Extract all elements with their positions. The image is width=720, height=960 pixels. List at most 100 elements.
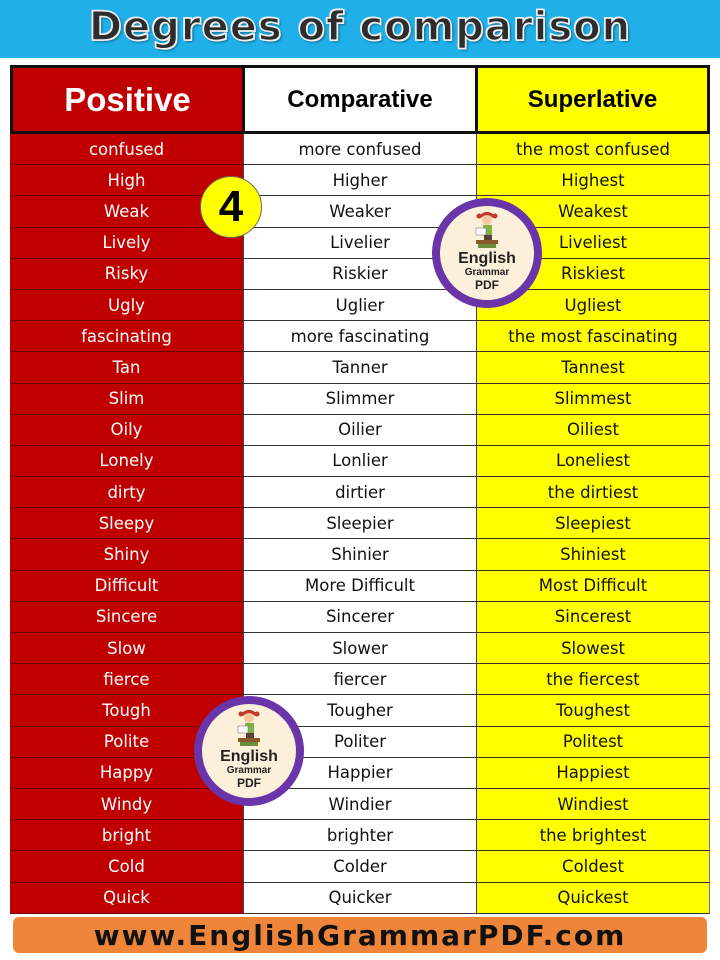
positive-cell: Risky <box>10 258 243 290</box>
superlative-cell: the brightest <box>476 820 710 852</box>
comparative-cell: Oilier <box>243 414 476 446</box>
comparative-cell: Shinier <box>243 539 476 571</box>
positive-cell: Lively <box>10 227 243 259</box>
table-row: Lively Livelier Liveliest <box>10 227 710 259</box>
positive-cell: Slow <box>10 633 243 665</box>
comparative-cell: dirtier <box>243 477 476 509</box>
table-row: Cold Colder Coldest <box>10 851 710 883</box>
positive-cell: Oily <box>10 414 243 446</box>
logo-text-english: English <box>220 748 278 765</box>
positive-cell: confused <box>10 134 243 166</box>
superlative-cell: Sincerest <box>476 601 710 633</box>
superlative-cell: the fiercest <box>476 664 710 696</box>
table-row: dirty dirtier the dirtiest <box>10 477 710 509</box>
table-row: Weak Weaker Weakest <box>10 196 710 228</box>
superlative-cell: Sleepiest <box>476 508 710 540</box>
logo-text-pdf: PDF <box>237 776 261 790</box>
table-row: Lonely Lonlier Loneliest <box>10 445 710 478</box>
positive-cell: Windy <box>10 788 243 821</box>
positive-cell: fierce <box>10 664 243 696</box>
superlative-cell: Most Difficult <box>476 570 710 602</box>
table-row: Quick Quicker Quickest <box>10 882 710 914</box>
comparison-table: Positive Comparative Superlative confuse… <box>10 65 710 914</box>
table-row: Ugly Uglier Ugliest <box>10 289 710 322</box>
superlative-cell: Quickest <box>476 882 710 914</box>
table-body: confused more confused the most confused Hi… <box>10 134 710 914</box>
header-comparative: Comparative <box>244 65 477 134</box>
comparative-cell: brighter <box>243 820 476 852</box>
table-row: Difficult More Difficult Most Difficult <box>10 570 710 602</box>
positive-cell: Cold <box>10 851 243 883</box>
website-link[interactable]: www.EnglishGrammarPDF.com <box>13 917 707 953</box>
positive-cell: Tan <box>10 352 243 384</box>
comparative-cell: Slimmer <box>243 383 476 415</box>
logo-text-pdf: PDF <box>475 278 499 292</box>
table-row: fascinating more fascinating the most fasc… <box>10 321 710 353</box>
comparative-cell: Uglier <box>243 289 476 322</box>
comparative-cell: Lonlier <box>243 445 476 478</box>
table-row: bright brighter the brightest <box>10 820 710 852</box>
comparative-cell: fiercer <box>243 664 476 696</box>
girl-reading-books-icon <box>475 212 498 248</box>
comparative-cell: Slower <box>243 633 476 665</box>
table-row: Slow Slower Slowest <box>10 633 710 665</box>
table-row: Polite Politer Politest <box>10 726 710 758</box>
positive-cell: Difficult <box>10 570 243 602</box>
superlative-cell: the most fascinating <box>476 321 710 353</box>
superlative-cell: Windiest <box>476 788 710 821</box>
superlative-cell: the most confused <box>476 134 710 166</box>
number-badge: 4 <box>200 176 262 238</box>
positive-cell: bright <box>10 820 243 852</box>
positive-cell: Lonely <box>10 445 243 478</box>
superlative-cell: the dirtiest <box>476 477 710 509</box>
table-header-row: Positive Comparative Superlative <box>10 65 710 134</box>
page-title: Degrees of comparison <box>88 3 632 51</box>
header-superlative: Superlative <box>477 65 710 134</box>
comparative-cell: Sleepier <box>243 508 476 540</box>
table-row: confused more confused the most confused <box>10 134 710 166</box>
superlative-cell: Slowest <box>476 633 710 665</box>
superlative-cell: Toughest <box>476 695 710 727</box>
table-row: Sleepy Sleepier Sleepiest <box>10 508 710 540</box>
table-row: Happy Happier Happiest <box>10 757 710 789</box>
positive-cell: Ugly <box>10 289 243 322</box>
positive-cell: dirty <box>10 477 243 509</box>
table-row: Tan Tanner Tannest <box>10 352 710 384</box>
table-row: Shiny Shinier Shiniest <box>10 539 710 571</box>
superlative-cell: Loneliest <box>476 445 710 478</box>
title-banner: Degrees of comparison <box>0 0 720 58</box>
positive-cell: Quick <box>10 882 243 914</box>
english-grammar-pdf-logo: English Grammar PDF <box>432 198 542 308</box>
comparative-cell: Sincerer <box>243 601 476 633</box>
comparative-cell: Higher <box>243 165 476 197</box>
comparative-cell: Quicker <box>243 882 476 914</box>
table-row: Risky Riskier Riskiest <box>10 258 710 290</box>
table-row: High Higher Highest <box>10 165 710 197</box>
table-row: Oily Oilier Oiliest <box>10 414 710 446</box>
table-row: fierce fiercer the fiercest <box>10 664 710 696</box>
positive-cell: Sleepy <box>10 508 243 540</box>
superlative-cell: Slimmest <box>476 383 710 415</box>
table-row: Sincere Sincerer Sincerest <box>10 601 710 633</box>
logo-text-english: English <box>458 250 516 267</box>
superlative-cell: Tannest <box>476 352 710 384</box>
table-row: Windy Windier Windiest <box>10 788 710 821</box>
comparative-cell: Colder <box>243 851 476 883</box>
positive-cell: Sincere <box>10 601 243 633</box>
superlative-cell: Highest <box>476 165 710 197</box>
comparative-cell: More Difficult <box>243 570 476 602</box>
comparative-cell: Tanner <box>243 352 476 384</box>
table-row: Slim Slimmer Slimmest <box>10 383 710 415</box>
comparative-cell: more fascinating <box>243 321 476 353</box>
girl-reading-books-icon <box>237 710 260 746</box>
superlative-cell: Happiest <box>476 757 710 789</box>
positive-cell: Shiny <box>10 539 243 571</box>
comparative-cell: more confused <box>243 134 476 166</box>
positive-cell: fascinating <box>10 321 243 353</box>
superlative-cell: Coldest <box>476 851 710 883</box>
positive-cell: Slim <box>10 383 243 415</box>
english-grammar-pdf-logo: English Grammar PDF <box>194 696 304 806</box>
superlative-cell: Politest <box>476 726 710 758</box>
superlative-cell: Shiniest <box>476 539 710 571</box>
header-positive: Positive <box>10 65 244 134</box>
